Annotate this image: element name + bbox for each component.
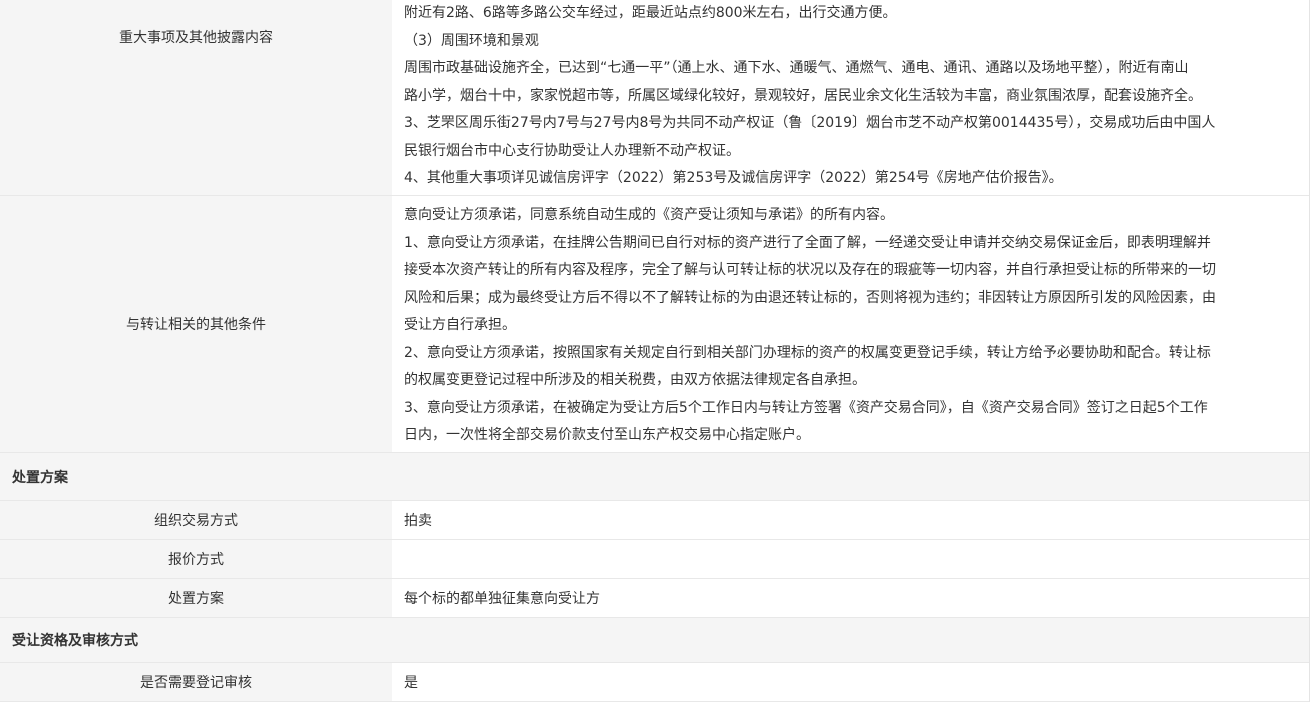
row-value bbox=[392, 540, 1309, 578]
row-quote-method: 报价方式 bbox=[0, 540, 1309, 579]
section-title: 受让资格及审核方式 bbox=[12, 633, 138, 649]
text-line: 的权属变更登记过程中所涉及的相关税费，由双方依据法律规定各自承担。 bbox=[404, 372, 866, 388]
disposal-plan-value: 每个标的都单独征集意向受让方 bbox=[404, 591, 600, 607]
text-line: （3）周围环境和景观 bbox=[404, 32, 539, 49]
row-value: 每个标的都单独征集意向受让方 bbox=[392, 579, 1309, 617]
row-label: 是否需要登记审核 bbox=[0, 663, 392, 701]
row-value: 拍卖 bbox=[392, 501, 1309, 539]
text-line: 3、芝罘区周乐街27号内7号与27号内8号为共同不动产权证（鲁〔2019〕烟台市… bbox=[404, 115, 1216, 131]
quote-method-label: 报价方式 bbox=[168, 552, 224, 568]
row-label: 组织交易方式 bbox=[0, 501, 392, 539]
trade-method-value: 拍卖 bbox=[404, 513, 432, 529]
row-label: 处置方案 bbox=[0, 579, 392, 617]
disposal-plan-label: 处置方案 bbox=[168, 591, 224, 607]
text-line: 3、意向受让方须承诺，在被确定为受让方后5个工作日内与转让方签署《资产交易合同》… bbox=[404, 399, 1208, 416]
text-line: 2、意向受让方须承诺，按照国家有关规定自行到相关部门办理标的资产的权属变更登记手… bbox=[404, 344, 1211, 361]
row-value: 是 bbox=[392, 663, 1309, 701]
text-line: 路小学，烟台十中，家家悦超市等，所属区域绿化较好，景观较好，居民业余文化生活较为… bbox=[404, 87, 1202, 104]
text-line: 民银行烟台市中心支行协助受让人办理新不动产权证。 bbox=[404, 142, 740, 159]
text-line: 周围市政基础设施齐全，已达到“七通一平”（通上水、通下水、通暖气、通燃气、通电、… bbox=[404, 60, 1189, 76]
registration-review-label: 是否需要登记审核 bbox=[140, 675, 252, 691]
row-major-matters: 重大事项及其他披露内容 附近有2路、6路等多路公交车经过，距最近站点约800米左… bbox=[0, 0, 1309, 196]
row-value: 意向受让方须承诺，同意系统自动生成的《资产受让须知与承诺》的所有内容。 1、意向… bbox=[392, 196, 1309, 452]
trade-method-label: 组织交易方式 bbox=[154, 513, 238, 529]
section-header-disposal: 处置方案 bbox=[0, 453, 1309, 501]
row-label: 报价方式 bbox=[0, 540, 392, 578]
text-line: 1、意向受让方须承诺，在挂牌公告期间已自行对标的资产进行了全面了解，一经递交受让… bbox=[404, 234, 1211, 251]
row-other-conditions: 与转让相关的其他条件 意向受让方须承诺，同意系统自动生成的《资产受让须知与承诺》… bbox=[0, 196, 1309, 453]
registration-review-value: 是 bbox=[404, 675, 418, 691]
row-disposal-plan: 处置方案 每个标的都单独征集意向受让方 bbox=[0, 579, 1309, 618]
detail-table: 重大事项及其他披露内容 附近有2路、6路等多路公交车经过，距最近站点约800米左… bbox=[0, 0, 1310, 702]
text-line: 接受本次资产转让的所有内容及程序，完全了解与认可转让标的状况以及存在的瑕疵等一切… bbox=[404, 262, 1216, 278]
section-header-qualification: 受让资格及审核方式 bbox=[0, 618, 1309, 663]
row-trade-method: 组织交易方式 拍卖 bbox=[0, 501, 1309, 540]
row-label: 与转让相关的其他条件 bbox=[0, 196, 392, 452]
text-line: 受让方自行承担。 bbox=[404, 317, 516, 333]
text-line: 4、其他重大事项详见诚信房评字（2022）第253号及诚信房评字（2022）第2… bbox=[404, 170, 1063, 186]
text-line: 风险和后果；成为最终受让方后不得以不了解转让标的为由退还转让标的，否则将视为违约… bbox=[404, 289, 1216, 306]
major-matters-label: 重大事项及其他披露内容 bbox=[119, 30, 273, 46]
row-label: 重大事项及其他披露内容 bbox=[0, 0, 392, 195]
text-line: 日内，一次性将全部交易价款支付至山东产权交易中心指定账户。 bbox=[404, 427, 810, 443]
text-line: 附近有2路、6路等多路公交车经过，距最近站点约800米左右，出行交通方便。 bbox=[404, 5, 897, 21]
row-value: 附近有2路、6路等多路公交车经过，距最近站点约800米左右，出行交通方便。 （3… bbox=[392, 0, 1309, 195]
row-registration-review: 是否需要登记审核 是 bbox=[0, 663, 1309, 702]
section-title: 处置方案 bbox=[12, 469, 68, 486]
text-line: 意向受让方须承诺，同意系统自动生成的《资产受让须知与承诺》的所有内容。 bbox=[404, 207, 894, 223]
other-conditions-label: 与转让相关的其他条件 bbox=[126, 317, 266, 333]
